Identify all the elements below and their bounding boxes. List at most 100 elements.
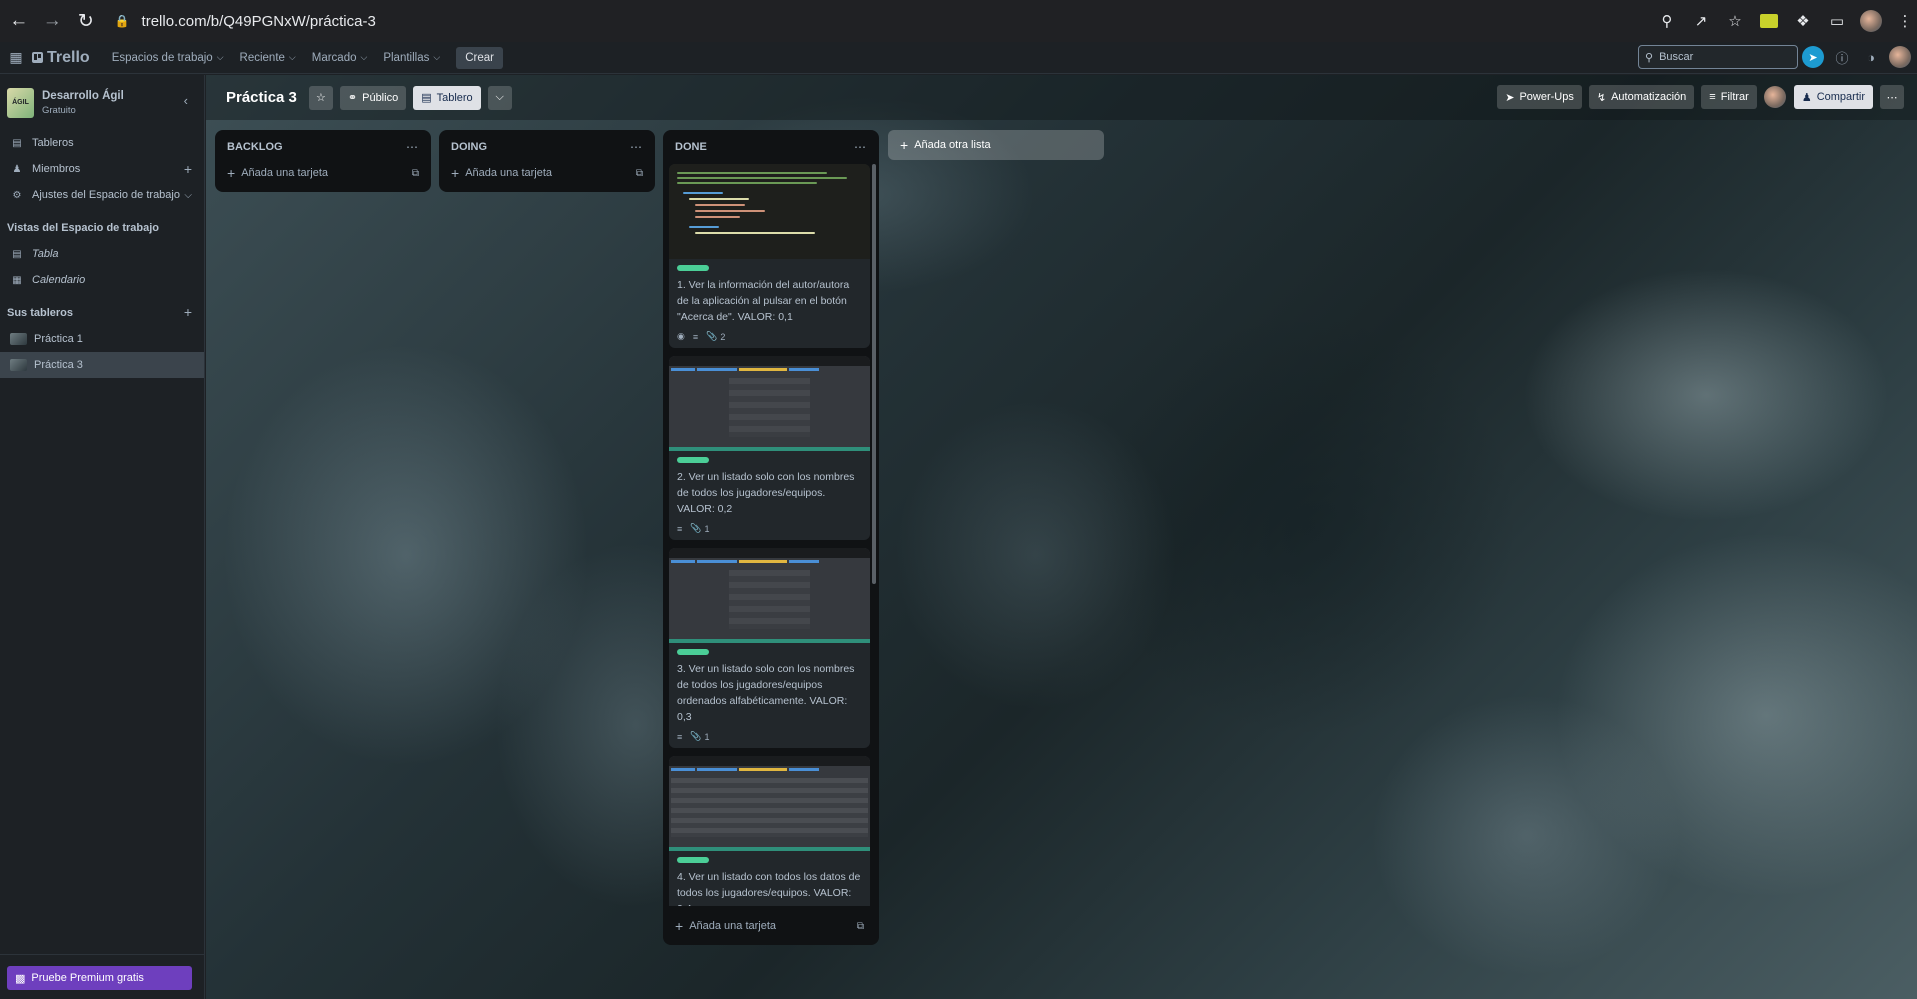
board-view-button[interactable]: ▤ Tablero: [413, 85, 481, 110]
notifications-icon[interactable]: ➤: [1802, 46, 1824, 68]
search-icon: ⚲: [1645, 51, 1654, 64]
list-menu-icon[interactable]: ⋯: [630, 140, 643, 154]
zoom-icon[interactable]: ⚲: [1655, 9, 1679, 33]
views-dropdown-button[interactable]: ⌵: [487, 85, 512, 110]
trello-logo[interactable]: Trello: [32, 49, 90, 67]
sidebar-item-table[interactable]: ▤ Tabla: [0, 241, 204, 267]
workspace-plan: Gratuito: [42, 104, 76, 116]
side-panel-icon[interactable]: ▭: [1825, 9, 1849, 33]
sidebar-item-members[interactable]: ♟ Miembros +: [0, 156, 204, 182]
account-avatar[interactable]: [1889, 46, 1911, 68]
list-scrollbar[interactable]: [872, 164, 876, 584]
card-title: 4. Ver un listado con todos los datos de…: [677, 871, 861, 906]
card-template-icon[interactable]: ⧉: [857, 921, 864, 932]
sidebar-item-settings[interactable]: ⚙ Ajustes del Espacio de trabajo ⌵: [0, 182, 204, 208]
card-list: 1. Ver la información del autor/autora d…: [669, 164, 870, 906]
card[interactable]: 4. Ver un listado con todos los datos de…: [669, 756, 870, 906]
add-person-icon: ♟: [1801, 91, 1812, 104]
list-menu-icon[interactable]: ⋯: [406, 140, 419, 154]
reload-icon[interactable]: ↻: [71, 6, 101, 36]
visibility-button[interactable]: ⚭ Público: [339, 85, 407, 110]
add-card-button[interactable]: + Añada una tarjeta ⧉: [221, 160, 425, 186]
card-template-icon[interactable]: ⧉: [412, 168, 419, 179]
add-member-icon[interactable]: +: [184, 161, 192, 177]
collapse-sidebar-icon[interactable]: ‹: [184, 93, 188, 108]
chevron-down-icon: ⌵: [216, 52, 224, 62]
label-green[interactable]: [677, 265, 709, 271]
filter-button[interactable]: ≡ Filtrar: [1701, 85, 1757, 109]
card-template-icon[interactable]: ⧉: [636, 168, 643, 179]
plus-icon: +: [227, 165, 236, 181]
plus-icon: +: [451, 165, 460, 181]
board-title[interactable]: Práctica 3: [226, 89, 297, 106]
card[interactable]: 3. Ver un listado solo con los nombres d…: [669, 548, 870, 748]
attachment-badge: 📎 2: [706, 331, 726, 342]
theme-toggle-icon[interactable]: ◑: [1860, 46, 1882, 68]
app-header: ▦ Trello Espacios de trabajo ⌵ Reciente ⌵ …: [0, 42, 1917, 74]
forward-arrow-icon[interactable]: →: [38, 6, 68, 36]
help-icon[interactable]: ⓘ: [1831, 46, 1853, 68]
add-board-icon[interactable]: +: [184, 304, 192, 320]
label-green[interactable]: [677, 649, 709, 655]
card-title: 2. Ver un listado solo con los nombres d…: [677, 471, 855, 515]
app-switcher-icon[interactable]: ▦: [2, 44, 30, 72]
share-page-icon[interactable]: ↗: [1689, 9, 1713, 33]
extension-icon[interactable]: [1757, 9, 1781, 33]
label-green[interactable]: [677, 857, 709, 863]
premium-icon: ▩: [15, 972, 26, 985]
trello-logo-icon: [32, 52, 43, 63]
add-card-button[interactable]: + Añada una tarjeta ⧉: [669, 913, 870, 939]
gear-icon: ⚙: [12, 189, 22, 201]
logo-text: Trello: [47, 48, 90, 66]
powerups-button[interactable]: ➤ Power-Ups: [1497, 85, 1582, 109]
list-menu-icon[interactable]: ⋯: [854, 140, 867, 154]
bookmark-star-icon[interactable]: ☆: [1723, 9, 1747, 33]
menu-starred[interactable]: Marcado ⌵: [304, 44, 376, 72]
list-title[interactable]: BACKLOG: [227, 141, 283, 153]
board-header: Práctica 3 ☆ ⚭ Público ▤ Tablero ⌵ ➤ Pow…: [206, 75, 1917, 120]
sidebar-item-boards[interactable]: ▤ Tableros: [0, 130, 204, 156]
share-button[interactable]: ♟ Compartir: [1793, 85, 1873, 109]
board-icon: ▤: [12, 137, 22, 149]
sidebar-board-practica-1[interactable]: Práctica 1: [0, 326, 204, 352]
menu-recent[interactable]: Reciente ⌵: [232, 44, 304, 72]
add-card-button[interactable]: + Añada una tarjeta ⧉: [445, 160, 649, 186]
member-avatar[interactable]: [1763, 86, 1786, 108]
lightning-icon: ↯: [1596, 91, 1607, 104]
profile-avatar[interactable]: [1859, 9, 1883, 33]
paperclip-icon: 📎: [706, 331, 718, 341]
workspace-name: Desarrollo Ágil: [42, 89, 124, 102]
card[interactable]: 1. Ver la información del autor/autora d…: [669, 164, 870, 348]
sidebar-item-calendar[interactable]: ▦ Calendario: [0, 267, 204, 293]
card-title: 1. Ver la información del autor/autora d…: [677, 279, 850, 323]
board-canvas: Práctica 3 ☆ ⚭ Público ▤ Tablero ⌵ ➤ Pow…: [206, 75, 1917, 999]
browser-menu-icon[interactable]: ⋮: [1893, 9, 1917, 33]
paperclip-icon: 📎: [690, 731, 702, 741]
automation-button[interactable]: ↯ Automatización: [1588, 85, 1695, 109]
search-input[interactable]: ⚲ Buscar: [1638, 45, 1798, 69]
board-thumbnail: [10, 359, 27, 371]
description-icon: ≡: [677, 523, 683, 534]
back-arrow-icon[interactable]: ←: [4, 6, 34, 36]
label-green[interactable]: [677, 457, 709, 463]
add-list-button[interactable]: + Añada otra lista: [888, 130, 1104, 160]
star-board-icon[interactable]: ☆: [308, 85, 333, 110]
menu-templates[interactable]: Plantillas ⌵: [375, 44, 448, 72]
sidebar-board-practica-3[interactable]: Práctica 3: [0, 352, 204, 378]
card[interactable]: 2. Ver un listado solo con los nombres d…: [669, 356, 870, 540]
filter-icon: ≡: [1709, 91, 1716, 103]
attachment-badge: 📎 1: [690, 523, 710, 534]
table-icon: ▤: [12, 248, 22, 260]
attachment-badge: 📎 1: [690, 731, 710, 742]
menu-workspaces[interactable]: Espacios de trabajo ⌵: [104, 44, 232, 72]
premium-trial-button[interactable]: ▩ Pruebe Premium gratis: [7, 966, 192, 990]
list-title[interactable]: DONE: [675, 141, 707, 153]
puzzle-icon[interactable]: ❖: [1791, 9, 1815, 33]
lock-icon: 🔒: [114, 14, 130, 28]
search-placeholder: Buscar: [1659, 51, 1694, 63]
board-menu-icon[interactable]: ⋯: [1880, 85, 1904, 109]
address-bar[interactable]: 🔒 trello.com/b/Q49PGNxW/práctica-3: [115, 5, 1655, 37]
list-title[interactable]: DOING: [451, 141, 487, 153]
card-cover-image: [669, 356, 870, 451]
create-button[interactable]: Crear: [456, 46, 503, 69]
